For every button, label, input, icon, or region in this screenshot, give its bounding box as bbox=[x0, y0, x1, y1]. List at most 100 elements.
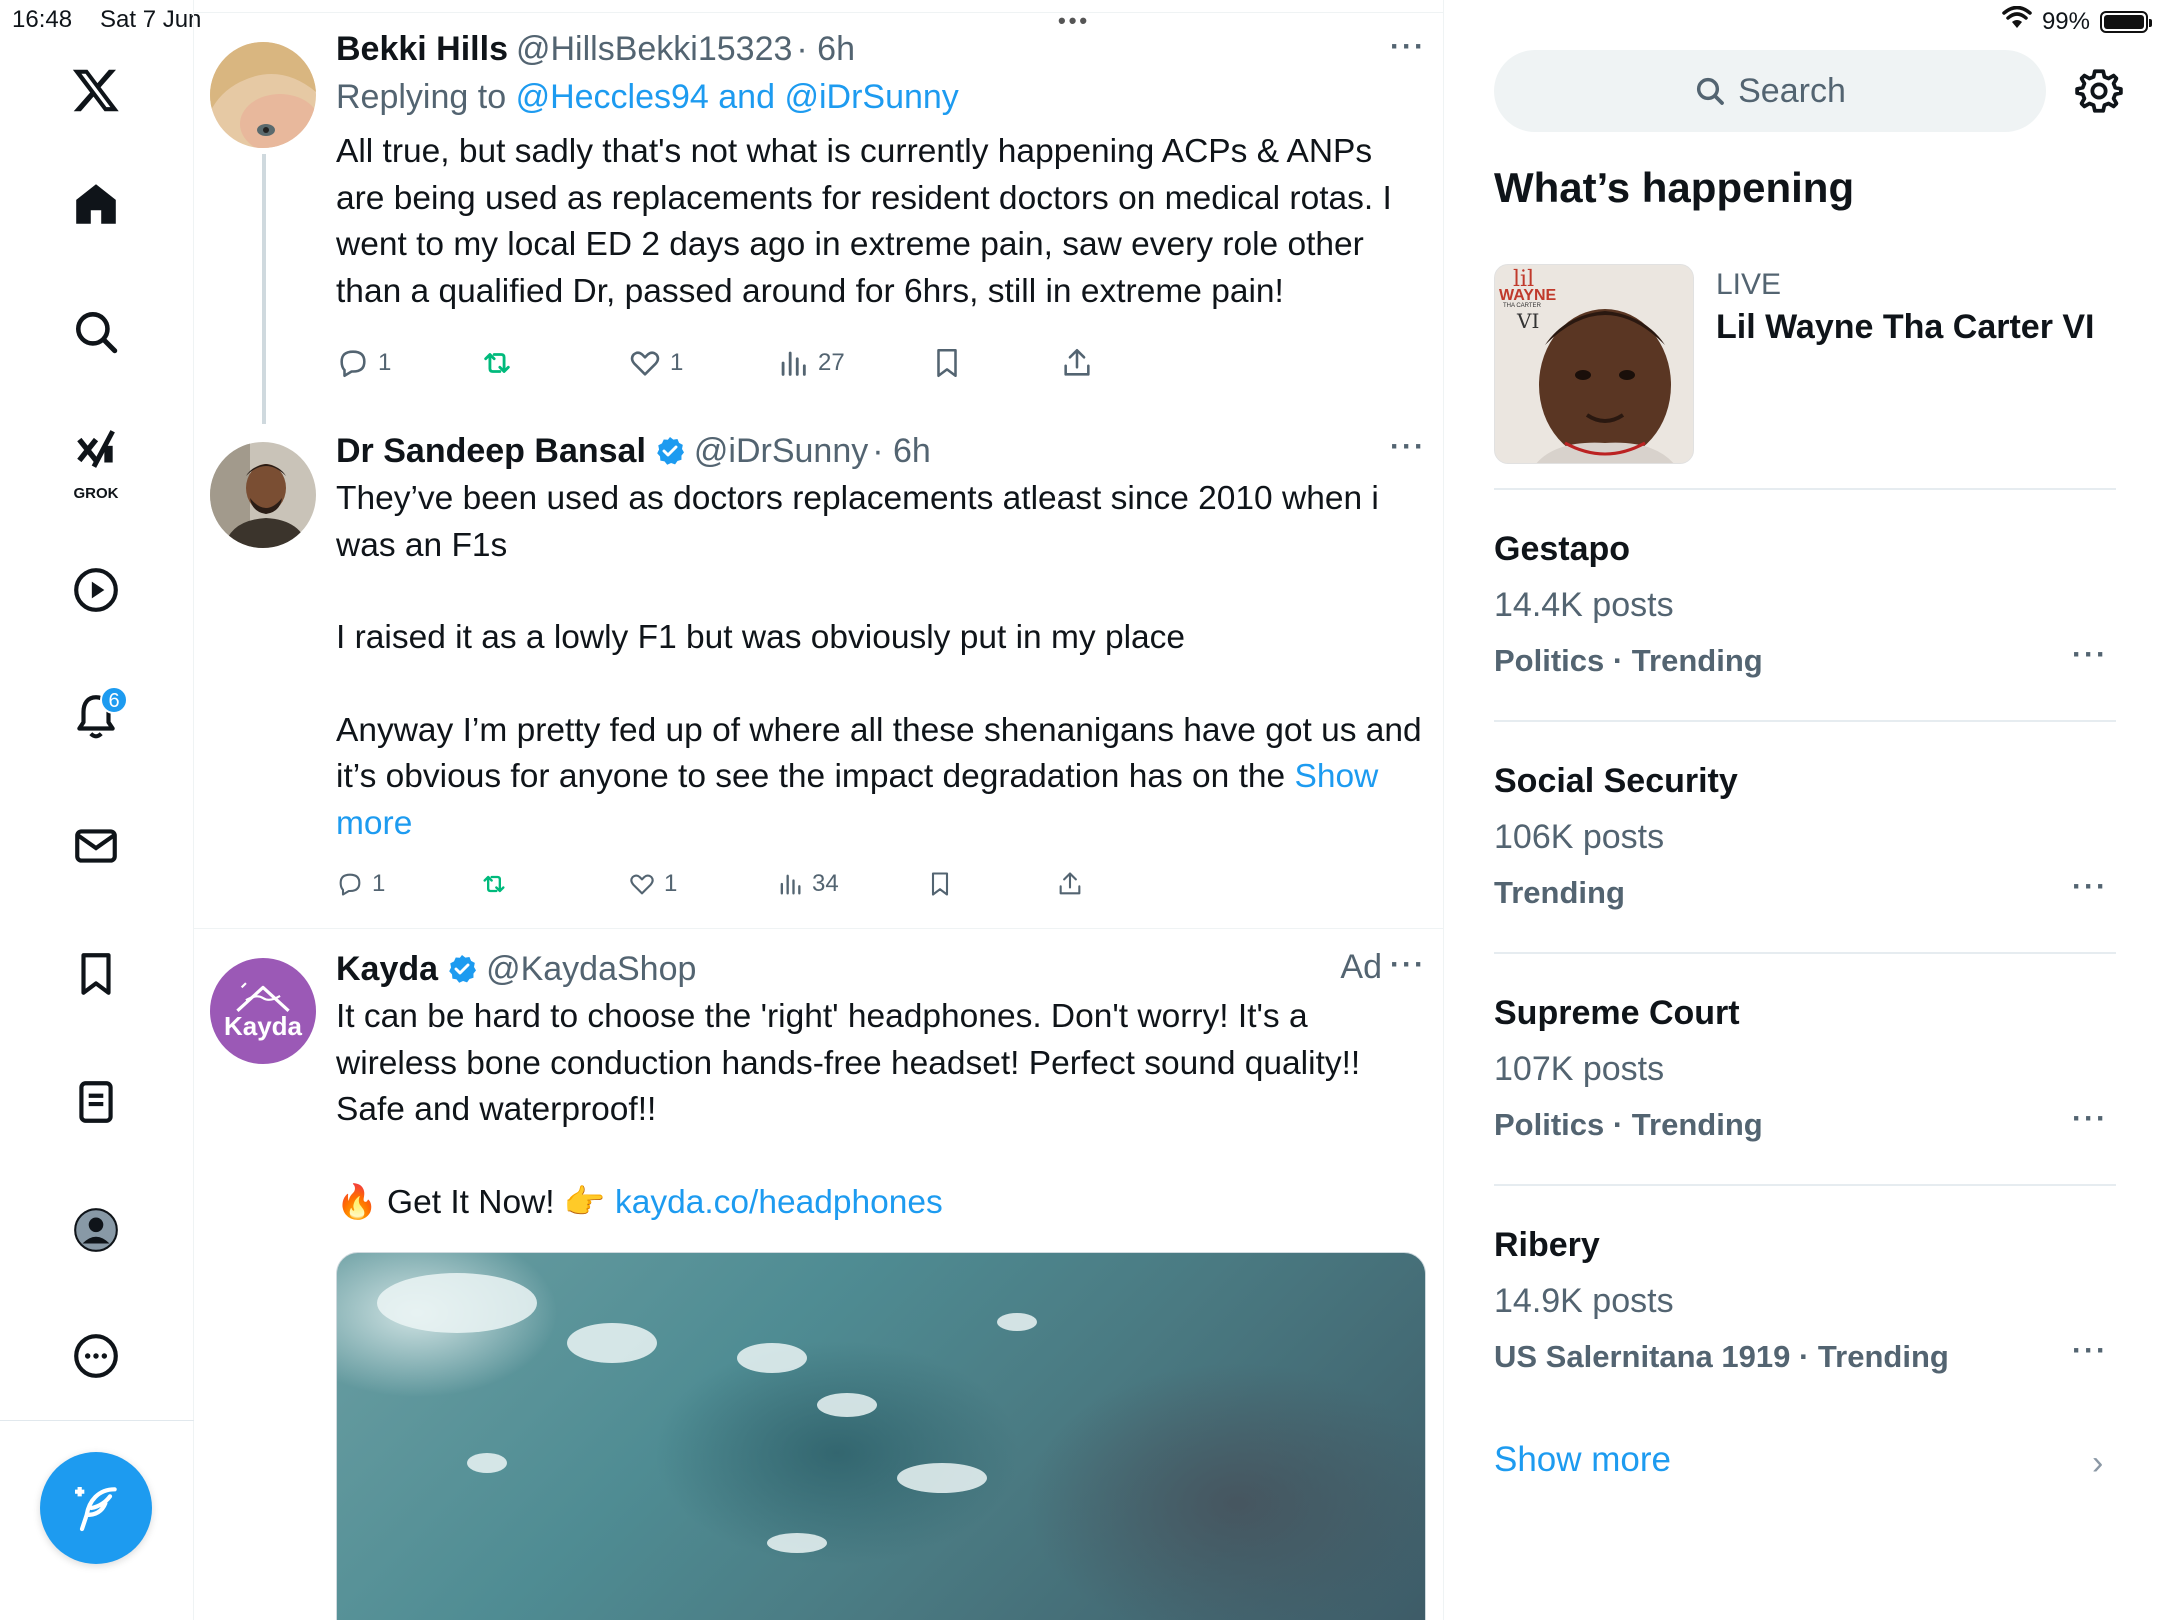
tweet-separator bbox=[194, 928, 1443, 929]
trend-name: Ribery bbox=[1494, 1226, 1600, 1264]
live-event-card[interactable]: lil WAYNE THA CARTER VI LIVE Lil Wayne T… bbox=[1494, 264, 2124, 488]
author-name[interactable]: Kayda bbox=[336, 950, 438, 989]
like-button[interactable]: 1 bbox=[628, 870, 677, 898]
reply-count: 1 bbox=[372, 870, 386, 897]
messages-envelope-icon[interactable] bbox=[62, 812, 130, 880]
bookmark-button[interactable] bbox=[930, 346, 964, 380]
tweet-actions: 1 1 27 bbox=[336, 346, 1426, 386]
ad-link[interactable]: kayda.co/headphones bbox=[615, 1184, 943, 1221]
live-label: LIVE bbox=[1716, 268, 1782, 301]
author-name[interactable]: Dr Sandeep Bansal bbox=[336, 432, 646, 471]
search-icon bbox=[1697, 77, 1724, 105]
retweet-button[interactable] bbox=[480, 870, 508, 898]
nav-divider bbox=[0, 1420, 194, 1421]
tweet-dr-sandeep-bansal[interactable]: Dr Sandeep Bansal @iDrSunny · 6h ··· The… bbox=[194, 430, 1443, 930]
view-count: 34 bbox=[812, 870, 839, 897]
settings-gear-icon[interactable] bbox=[2074, 66, 2124, 116]
tweet-more-icon[interactable]: ··· bbox=[1390, 30, 1426, 64]
verified-badge-icon bbox=[449, 955, 477, 983]
avatar[interactable] bbox=[210, 42, 316, 148]
share-icon bbox=[1059, 872, 1081, 895]
x-logo-icon[interactable] bbox=[62, 56, 130, 124]
like-button[interactable]: 1 bbox=[628, 346, 683, 380]
show-more-trends-link[interactable]: Show more bbox=[1494, 1440, 1671, 1480]
views-button[interactable]: 34 bbox=[776, 870, 839, 898]
chevron-right-icon[interactable]: › bbox=[2092, 1444, 2103, 1483]
trend-name: Gestapo bbox=[1494, 530, 1631, 568]
tweet-paragraph: It can be hard to choose the 'right' hea… bbox=[336, 998, 1361, 1128]
pointing-hand-emoji: 👉 bbox=[563, 1183, 606, 1221]
profile-avatar-icon[interactable] bbox=[62, 1196, 130, 1264]
replying-to-users[interactable]: @Heccles94 and @iDrSunny bbox=[516, 78, 959, 116]
views-chart-icon bbox=[781, 351, 806, 376]
trend-item[interactable]: Supreme Court 107K posts Politics · Tren… bbox=[1494, 994, 2124, 1184]
retweet-icon bbox=[484, 353, 510, 373]
views-button[interactable]: 27 bbox=[776, 346, 845, 380]
lists-icon[interactable] bbox=[62, 1068, 130, 1136]
like-count: 1 bbox=[670, 349, 684, 376]
grok-label: GROK bbox=[73, 485, 119, 502]
search-input[interactable]: Search bbox=[1494, 50, 2046, 132]
verified-badge-icon bbox=[657, 437, 684, 465]
tweet-actions: 1 1 34 bbox=[336, 870, 1426, 910]
whats-happening-title: What’s happening bbox=[1494, 164, 1855, 211]
bookmark-button[interactable] bbox=[926, 870, 954, 898]
kayda-avatar-text: Kayda bbox=[223, 1010, 303, 1041]
feather-plus-icon bbox=[75, 1487, 117, 1532]
replying-to: Replying to @Heccles94 and @iDrSunny bbox=[336, 78, 1426, 117]
trend-item[interactable]: Social Security 106K posts Trending ··· bbox=[1494, 762, 2124, 952]
explore-search-icon[interactable] bbox=[62, 298, 130, 366]
heart-icon bbox=[630, 351, 660, 376]
video-play-icon[interactable] bbox=[62, 556, 130, 624]
tweet-bekki-hills[interactable]: Bekki Hills @HillsBekki15323 · 6h ··· Re… bbox=[194, 30, 1443, 424]
trend-more-icon[interactable]: ··· bbox=[2072, 870, 2108, 904]
tweet-header: Kayda @KaydaShop bbox=[336, 948, 1426, 994]
home-icon[interactable] bbox=[62, 170, 130, 238]
replying-to-label: Replying to bbox=[336, 78, 507, 116]
more-options-icon[interactable] bbox=[62, 1322, 130, 1390]
share-button[interactable] bbox=[1060, 346, 1094, 380]
reply-count: 1 bbox=[378, 349, 392, 376]
share-icon bbox=[1064, 348, 1090, 376]
bookmarks-icon[interactable] bbox=[62, 940, 130, 1008]
author-name[interactable]: Bekki Hills bbox=[336, 30, 508, 69]
tweet-time[interactable]: · 6h bbox=[872, 432, 931, 471]
kayda-house-logo-icon bbox=[236, 981, 290, 1012]
share-button[interactable] bbox=[1056, 870, 1084, 898]
live-event-thumbnail[interactable]: lil WAYNE THA CARTER VI bbox=[1494, 264, 1694, 464]
sidebar-separator bbox=[1494, 1184, 2116, 1186]
avatar[interactable]: Kayda bbox=[210, 958, 316, 1064]
trend-more-icon[interactable]: ··· bbox=[2072, 1334, 2108, 1368]
tweet-text: They’ve been used as doctors replacement… bbox=[336, 476, 1426, 847]
ad-video-media[interactable] bbox=[336, 1252, 1426, 1620]
compose-post-button[interactable] bbox=[40, 1452, 152, 1564]
author-handle[interactable]: @KaydaShop bbox=[486, 950, 696, 989]
live-title[interactable]: Lil Wayne Tha Carter VI bbox=[1716, 308, 2095, 347]
avatar[interactable] bbox=[210, 442, 316, 548]
tweet-paragraph-text: Anyway I’m pretty fed up of where all th… bbox=[336, 711, 1422, 796]
trend-more-icon[interactable]: ··· bbox=[2072, 1102, 2108, 1136]
reply-button[interactable]: 1 bbox=[336, 346, 391, 380]
trend-posts: 106K posts bbox=[1494, 818, 1665, 856]
retweet-button[interactable] bbox=[480, 346, 514, 380]
author-handle[interactable]: @iDrSunny bbox=[694, 432, 868, 471]
fire-emoji: 🔥 bbox=[336, 1183, 378, 1221]
grok-icon[interactable]: GROK bbox=[62, 418, 130, 504]
view-count: 27 bbox=[818, 349, 845, 376]
timeline-feed: Bekki Hills @HillsBekki15323 · 6h ··· Re… bbox=[194, 0, 1444, 1620]
album-text-vi: VI bbox=[1517, 309, 1540, 333]
ad-label: Ad bbox=[1340, 948, 1382, 986]
search-placeholder: Search bbox=[1738, 71, 1846, 110]
trend-more-icon[interactable]: ··· bbox=[2072, 638, 2108, 672]
notifications-bell-icon[interactable]: 6 bbox=[62, 682, 130, 750]
reply-button[interactable]: 1 bbox=[336, 870, 385, 898]
tweet-paragraph: I raised it as a lowly F1 but was obviou… bbox=[336, 619, 1186, 656]
cta-text: Get It Now! bbox=[387, 1183, 555, 1221]
tweet-time[interactable]: · 6h bbox=[796, 30, 855, 69]
author-handle[interactable]: @HillsBekki15323 bbox=[516, 30, 792, 69]
trend-item[interactable]: Gestapo 14.4K posts Politics · Trending … bbox=[1494, 530, 2124, 720]
trend-item[interactable]: Ribery 14.9K posts US Salernitana 1919 ·… bbox=[1494, 1226, 2124, 1416]
trend-name: Supreme Court bbox=[1494, 994, 1740, 1032]
tweet-more-icon[interactable]: ··· bbox=[1390, 948, 1426, 982]
tweet-more-icon[interactable]: ··· bbox=[1390, 430, 1426, 464]
